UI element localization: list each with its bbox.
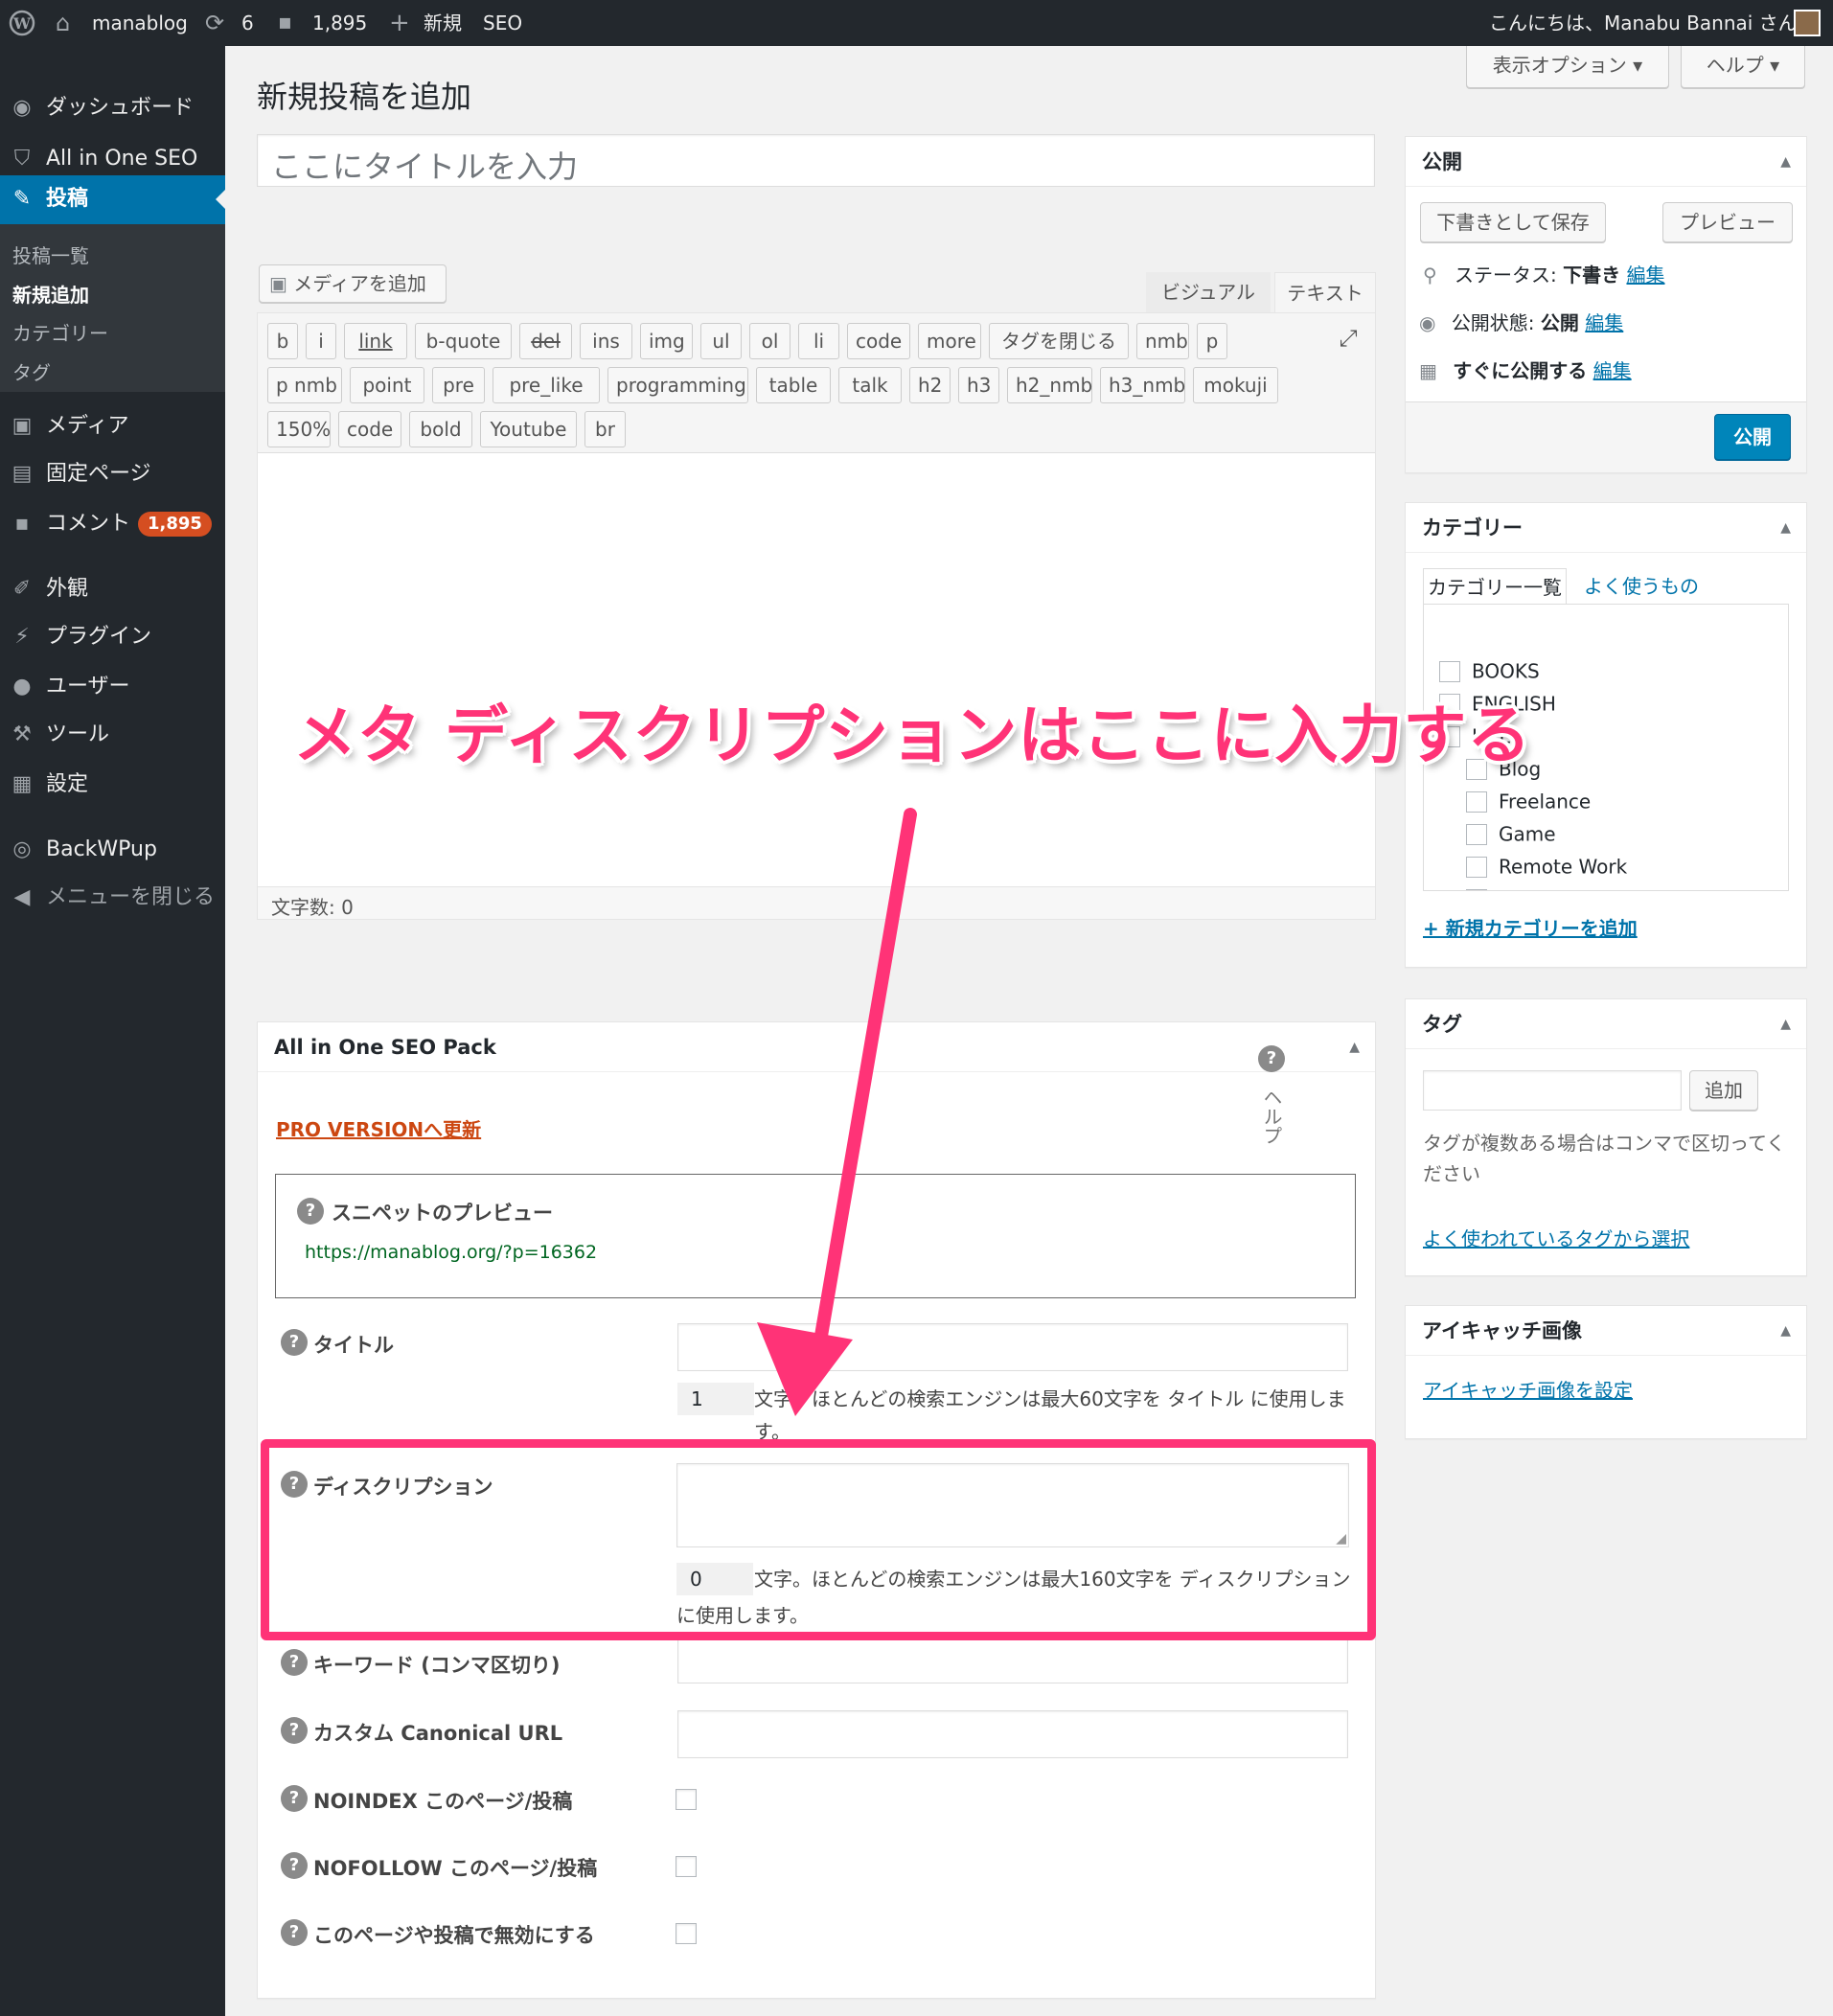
annotation-arrow — [757, 808, 917, 1416]
annotation-arrow-head — [757, 1322, 853, 1416]
annotation-arrow-shaft — [813, 808, 917, 1348]
